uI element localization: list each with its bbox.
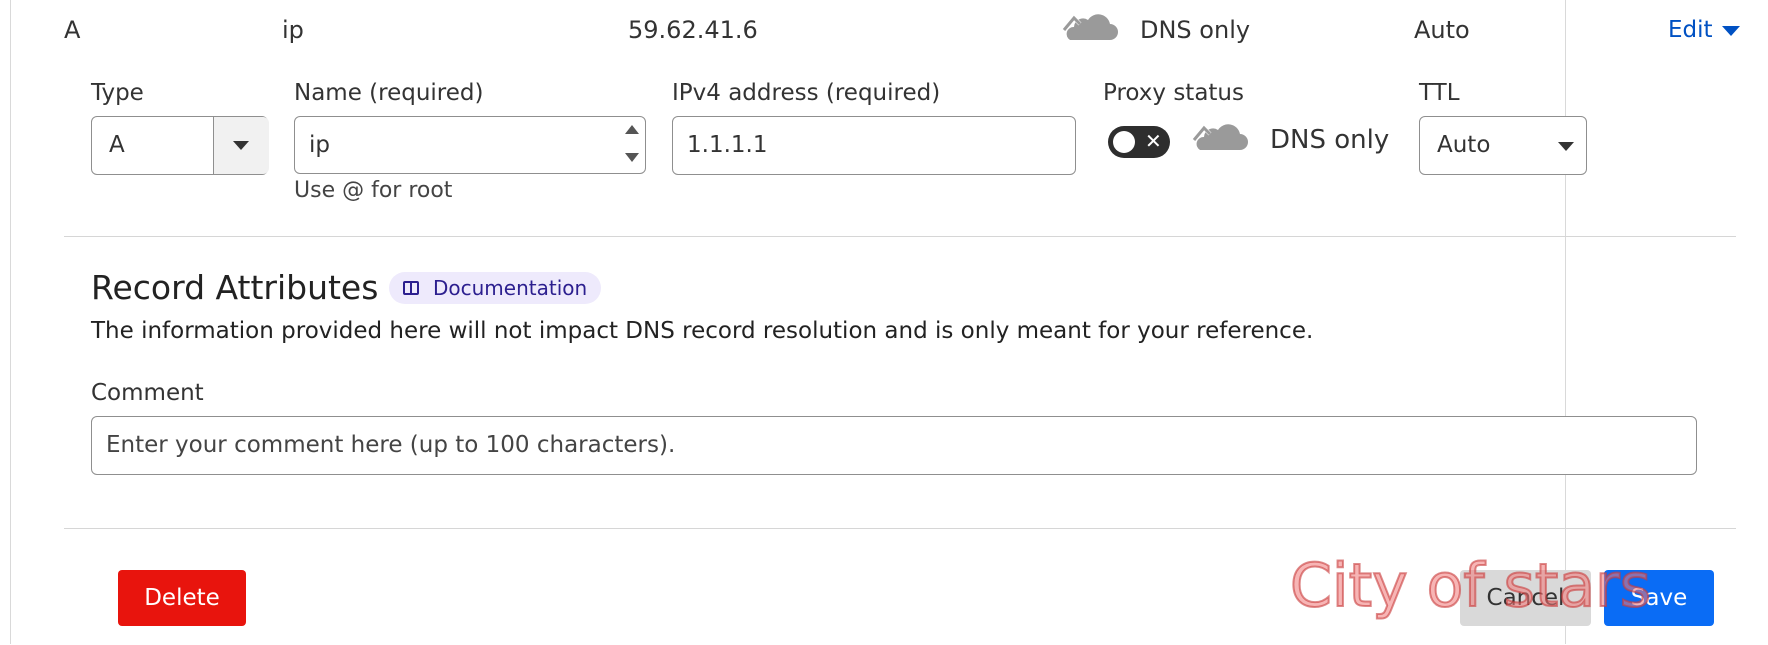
- record-proxy-status: DNS only: [1140, 16, 1251, 44]
- name-hint: Use @ for root: [294, 178, 453, 203]
- ttl-select[interactable]: Auto: [1419, 116, 1587, 175]
- record-ttl: Auto: [1414, 16, 1470, 44]
- record-attributes-description: The information provided here will not i…: [91, 318, 1314, 344]
- divider: [64, 236, 1736, 237]
- name-label: Name (required): [294, 80, 484, 106]
- record-name: ip: [282, 16, 304, 44]
- triangle-down-icon: [1721, 25, 1740, 36]
- name-input-value: ip: [309, 132, 330, 158]
- ipv4-label: IPv4 address (required): [672, 80, 941, 106]
- divider: [64, 528, 1736, 529]
- stepper-down-icon: [625, 153, 639, 162]
- type-label: Type: [91, 80, 144, 106]
- watermark-text: City of stars: [1289, 551, 1652, 621]
- stepper-up-icon: [625, 125, 639, 134]
- type-select-toggle[interactable]: [213, 117, 269, 174]
- name-input[interactable]: ip: [294, 116, 646, 174]
- close-icon: ✕: [1145, 129, 1162, 153]
- name-stepper[interactable]: [623, 123, 641, 167]
- type-select-value: A: [109, 132, 125, 158]
- proxy-status-value: DNS only: [1270, 125, 1390, 155]
- proxy-toggle[interactable]: ✕: [1108, 126, 1170, 158]
- type-select[interactable]: A: [91, 116, 269, 175]
- comment-input[interactable]: Enter your comment here (up to 100 chara…: [91, 416, 1697, 475]
- caret-down-icon: [1558, 142, 1574, 151]
- delete-button[interactable]: Delete: [118, 570, 246, 626]
- edit-label: Edit: [1668, 17, 1713, 43]
- cloud-icon: [1060, 8, 1118, 58]
- documentation-badge[interactable]: Documentation: [389, 272, 602, 304]
- ttl-label: TTL: [1419, 80, 1460, 106]
- cloud-icon: [1190, 118, 1248, 160]
- comment-placeholder: Enter your comment here (up to 100 chara…: [106, 432, 676, 458]
- ttl-select-value: Auto: [1437, 132, 1491, 158]
- proxy-status-label: Proxy status: [1103, 80, 1244, 106]
- ipv4-input-value: 1.1.1.1: [687, 132, 768, 158]
- documentation-label: Documentation: [433, 276, 588, 300]
- record-attributes-title: Record Attributes: [91, 268, 379, 307]
- comment-label: Comment: [91, 380, 204, 406]
- book-icon: [403, 281, 419, 295]
- caret-down-icon: [233, 141, 249, 150]
- ipv4-input[interactable]: 1.1.1.1: [672, 116, 1076, 175]
- record-type: A: [64, 16, 81, 44]
- record-content: 59.62.41.6: [628, 16, 758, 44]
- toggle-knob: [1113, 131, 1135, 153]
- edit-toggle-button[interactable]: Edit: [1668, 10, 1740, 50]
